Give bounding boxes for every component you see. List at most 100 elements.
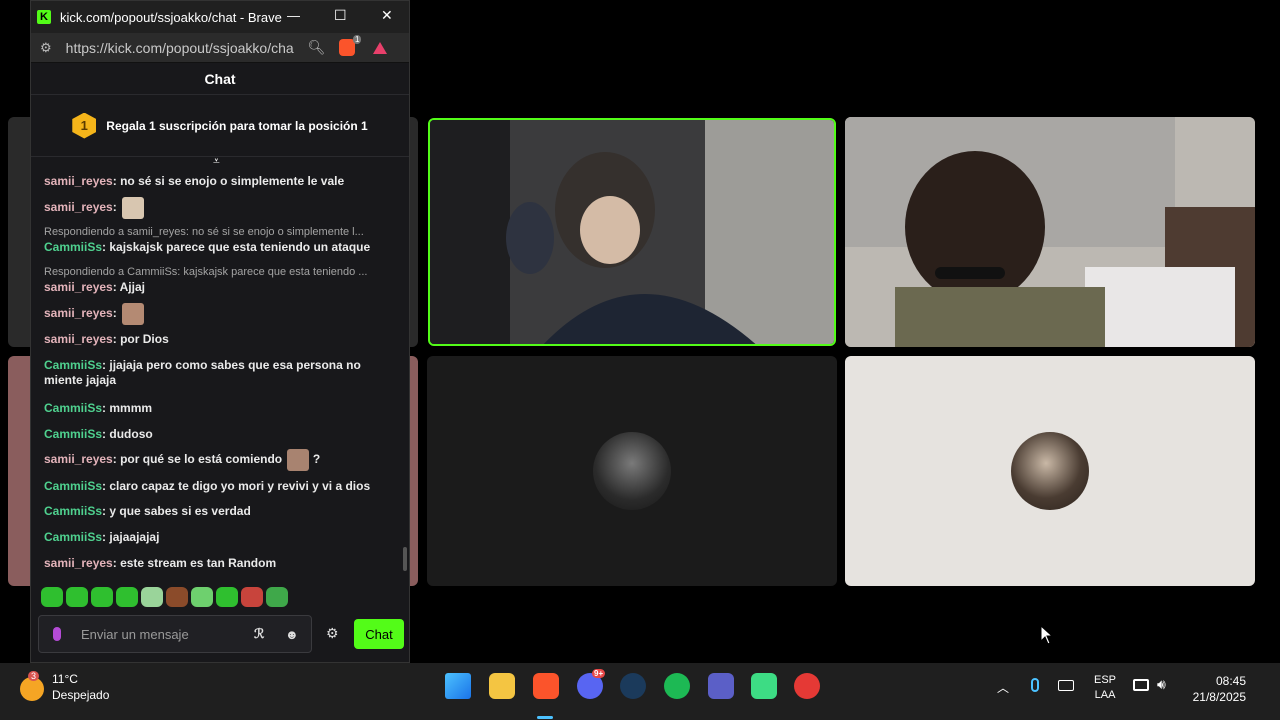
username[interactable]: samii_reyes (44, 306, 113, 320)
weather-temp: 11°C (52, 672, 78, 686)
pinned-gift-banner[interactable]: 1 Regala 1 suscripción para tomar la pos… (31, 95, 409, 157)
discord-icon[interactable]: 9+ (577, 669, 606, 699)
weather-widget[interactable]: 3 11°C Despejado (20, 671, 109, 703)
pinned-text: Regala 1 suscripción para tomar la posic… (106, 118, 368, 133)
chat-popout-window: K kick.com/popout/ssjoakko/chat - Brave … (30, 0, 410, 663)
chat-settings-icon[interactable]: ⚙ (326, 625, 339, 642)
chat-message: samii_reyes: (44, 303, 394, 325)
teams-icon[interactable] (708, 673, 734, 699)
username[interactable]: CammiiSs (44, 530, 102, 544)
emote-button[interactable] (116, 587, 138, 607)
spotify-icon[interactable] (664, 673, 690, 699)
network-icon[interactable] (1133, 679, 1149, 691)
message-text: dudoso (109, 427, 153, 441)
minimize-button[interactable]: — (287, 8, 300, 23)
username[interactable]: samii_reyes (44, 452, 113, 466)
chat-messages: samii_reyes: no sé si se enojo o simplem… (31, 157, 409, 575)
chat-message: samii_reyes: por qué se lo está comiendo… (44, 449, 394, 471)
username[interactable]: CammiiSs (44, 240, 102, 254)
video-tile-4[interactable] (845, 356, 1255, 586)
weather-text: 11°C Despejado (52, 671, 109, 703)
chat-message: CammiiSs: claro capaz te digo yo mori y … (44, 479, 371, 493)
message-input[interactable]: Enviar un mensaje (81, 627, 189, 642)
clock-date: 21/8/2025 (1192, 690, 1246, 704)
close-button[interactable]: ✕ (381, 7, 393, 24)
message-text: no sé si se enojo o simplemente le vale (120, 174, 345, 188)
send-chat-button[interactable]: Chat (354, 619, 404, 649)
brave-shields-icon[interactable]: 1 (339, 35, 362, 56)
username[interactable]: samii_reyes (44, 174, 113, 188)
chat-message: CammiiSs: mmmm (44, 401, 153, 415)
weather-desc: Despejado (52, 688, 110, 702)
moon-icon: 3 (20, 671, 44, 701)
maximize-button[interactable]: ☐ (334, 7, 347, 24)
emote-image (287, 449, 310, 471)
window-titlebar: K kick.com/popout/ssjoakko/chat - Brave … (31, 1, 409, 33)
message-text: este stream es tan Random (120, 556, 277, 570)
file-explorer-icon[interactable] (489, 673, 515, 699)
chat-message: CammiiSs: jajaajajaj (44, 530, 160, 544)
emote-button[interactable] (266, 587, 288, 607)
reply-context: Respondiendo a CammiiSs: kajskajsk parec… (44, 266, 368, 278)
username[interactable]: CammiiSs (44, 358, 102, 372)
site-settings-icon[interactable]: ⚙ (40, 40, 52, 56)
video-tile-3[interactable] (427, 356, 837, 586)
show-hidden-icons-chevron-icon[interactable]: ︿ (997, 679, 1009, 696)
participant-avatar (1011, 432, 1089, 510)
username[interactable]: samii_reyes (44, 200, 113, 214)
video-player-icon[interactable] (794, 673, 820, 699)
message-text: claro capaz te digo yo mori y revivi y v… (109, 479, 371, 493)
chat-input-box[interactable]: Enviar un mensaje ℛ ☻ (38, 615, 312, 653)
emoji-icon[interactable]: ☻ (285, 627, 299, 642)
emote-button[interactable] (66, 587, 88, 607)
steam-icon[interactable] (620, 673, 646, 699)
username[interactable]: CammiiSs (44, 401, 102, 415)
username[interactable]: samii_reyes (44, 332, 113, 346)
kick-logo-icon: K (37, 10, 51, 24)
emote-button[interactable] (241, 587, 263, 607)
message-text: jajaajajaj (109, 530, 160, 544)
clock-time: 08:45 (1215, 674, 1246, 688)
volume-icon[interactable]: 🔊︎ (1157, 676, 1166, 693)
weather-alert-badge: 3 (28, 671, 40, 681)
brave-rewards-icon[interactable] (373, 41, 388, 54)
video-tile-2[interactable] (845, 117, 1255, 347)
microphone-tray-icon[interactable] (1031, 678, 1039, 692)
emote-button[interactable] (166, 587, 188, 607)
username[interactable]: samii_reyes (44, 280, 113, 294)
message-text: por Dios (120, 332, 169, 346)
message-text: Ajjaj (119, 280, 145, 294)
username[interactable]: CammiiSs (44, 479, 102, 493)
window-title: kick.com/popout/ssjoakko/chat - Brave (60, 9, 282, 25)
chat-message: samii_reyes: (44, 197, 394, 219)
address-bar[interactable]: ⚙ https://kick.com/popout/ssjoakko/cha 🔍… (31, 33, 409, 63)
brave-browser-icon[interactable] (533, 673, 559, 699)
emote-button[interactable] (216, 587, 238, 607)
rank-badge-icon: 1 (72, 112, 97, 139)
participant-avatar (593, 432, 671, 510)
keyboard-icon[interactable] (1058, 680, 1074, 691)
clock[interactable]: 08:45 21/8/2025 (1186, 673, 1246, 705)
url-text[interactable]: https://kick.com/popout/ssjoakko/cha (66, 40, 294, 56)
emote-button[interactable] (91, 587, 113, 607)
windows-start-icon[interactable] (445, 673, 471, 699)
gaming-app-icon[interactable] (751, 673, 777, 699)
webcam-feed-2 (845, 117, 1255, 347)
shields-badge: 1 (352, 35, 362, 44)
input-language[interactable]: ESP LAA (1094, 673, 1116, 703)
username[interactable]: CammiiSs (44, 427, 102, 441)
chat-message: CammiiSs: jjajaja pero como sabes que es… (44, 358, 361, 387)
emote-button[interactable] (141, 587, 163, 607)
emote-button[interactable] (41, 587, 63, 607)
webcam-feed-1 (430, 120, 834, 344)
zoom-icon[interactable]: 🔍︎ (308, 39, 326, 56)
username[interactable]: CammiiSs (44, 504, 102, 518)
username[interactable]: samii_reyes (44, 556, 113, 570)
translate-icon[interactable]: ℛ (254, 626, 264, 642)
microphone-icon[interactable] (53, 627, 61, 641)
video-tile-active-speaker[interactable] (428, 118, 836, 346)
chat-message: CammiiSs: y que sabes si es verdad (44, 504, 251, 518)
chat-header: Chat (31, 63, 409, 95)
chat-scrollbar[interactable] (403, 547, 407, 571)
emote-button[interactable] (191, 587, 213, 607)
